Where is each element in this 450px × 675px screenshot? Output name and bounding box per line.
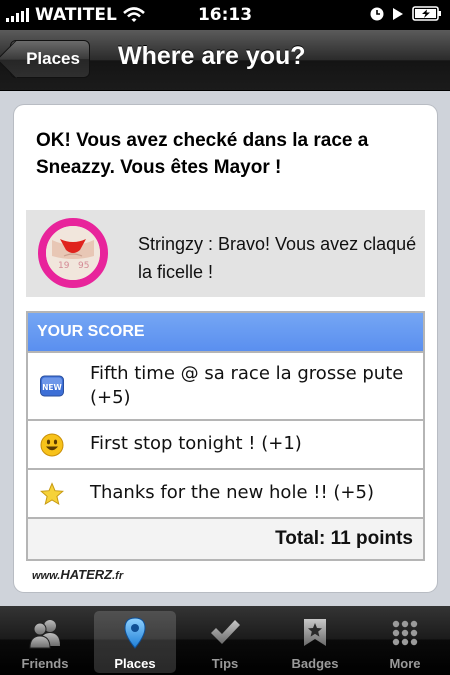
tab-tips[interactable]: Tips: [180, 606, 270, 675]
tab-bar: Friends Places Tips Badges More: [0, 606, 450, 675]
watermark-suffix: .fr: [112, 570, 124, 582]
tab-label: Friends: [21, 656, 69, 671]
tab-badges[interactable]: Badges: [270, 606, 360, 675]
new-badge-icon: NEW: [40, 375, 64, 397]
play-icon: [393, 7, 403, 20]
score-total: Total: 11 points: [28, 517, 423, 559]
back-button-label: Places: [26, 49, 80, 68]
tab-friends[interactable]: Friends: [0, 606, 90, 675]
smiley-icon: [40, 433, 64, 456]
watermark-logo: www.HATERZ.fr: [32, 567, 123, 582]
tab-label: Places: [114, 656, 156, 671]
mayor-message-text: Stringzy : Bravo! Vous avez claqué la fi…: [138, 234, 417, 282]
watermark-prefix: www.: [32, 570, 61, 582]
page-title: Where are you?: [118, 42, 306, 70]
badge-star-icon: [304, 619, 326, 646]
back-button-places[interactable]: Places: [10, 40, 90, 78]
score-row: NEW Fifth time @ sa race la grosse pute …: [28, 351, 423, 419]
mayor-message-box: 19 95 Stringzy : Bravo! Vous avez claqué…: [26, 210, 425, 297]
battery-charging-icon: [412, 6, 441, 21]
checkin-headline: OK! Vous avez checké dans la race a Snea…: [36, 130, 369, 178]
clock-icon: [370, 7, 384, 20]
svg-text:19: 19: [58, 261, 70, 271]
status-bar: WATITEL 16:13: [0, 0, 450, 30]
tab-label: Tips: [211, 656, 239, 671]
tab-places[interactable]: Places: [90, 606, 180, 675]
navigation-bar: Places Where are you?: [0, 30, 450, 91]
score-row: First stop tonight ! (+1): [28, 419, 423, 468]
map-pin-icon: [124, 617, 146, 649]
score-item-text: Fifth time @ sa race la grosse pute (+5): [90, 363, 404, 408]
watermark-brand: HATERZ: [60, 567, 113, 582]
svg-text:95: 95: [78, 261, 89, 271]
checkmark-icon: [211, 620, 240, 644]
friends-icon: [29, 620, 60, 649]
avatar: 19 95: [38, 218, 108, 288]
svg-text:NEW: NEW: [42, 383, 62, 392]
score-row: Thanks for the new hole !! (+5): [28, 468, 423, 517]
more-grid-icon: [392, 620, 418, 646]
score-table: YOUR SCORE NEW Fifth time @ sa race la g…: [26, 311, 425, 561]
tab-label: More: [389, 656, 421, 671]
avatar-picture: 19 95: [46, 226, 100, 280]
tab-more[interactable]: More: [360, 606, 450, 675]
score-header: YOUR SCORE: [28, 313, 423, 351]
score-item-text: Thanks for the new hole !! (+5): [90, 482, 374, 503]
tab-label: Badges: [291, 656, 339, 671]
score-item-text: First stop tonight ! (+1): [90, 433, 302, 454]
star-icon: [40, 481, 64, 505]
checkin-card: OK! Vous avez checké dans la race a Snea…: [14, 105, 437, 592]
